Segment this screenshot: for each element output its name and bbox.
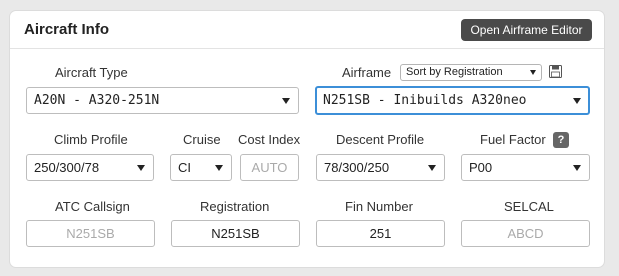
- descent-profile-select[interactable]: 78/300/250: [316, 154, 445, 181]
- fin-number-input[interactable]: 251: [316, 220, 445, 247]
- climb-profile-select[interactable]: 250/300/78: [26, 154, 154, 181]
- selcal-label: SELCAL: [504, 199, 554, 214]
- fin-number-value: 251: [369, 226, 392, 241]
- fuel-factor-label: Fuel Factor: [480, 132, 546, 147]
- airframe-select[interactable]: N251SB - Inibuilds A320neo: [315, 86, 590, 115]
- atc-callsign-input[interactable]: N251SB: [26, 220, 155, 247]
- fin-number-label: Fin Number: [345, 199, 413, 214]
- aircraft-info-panel: Aircraft Info Open Airframe Editor Aircr…: [10, 11, 604, 267]
- descent-profile-value: 78/300/250: [324, 160, 390, 175]
- selcal-placeholder: ABCD: [507, 226, 544, 241]
- registration-input[interactable]: N251SB: [171, 220, 300, 247]
- fuel-factor-select[interactable]: P00: [461, 154, 590, 181]
- cost-index-placeholder: AUTO: [251, 160, 288, 175]
- selcal-input[interactable]: ABCD: [461, 220, 590, 247]
- cost-index-input[interactable]: AUTO: [240, 154, 299, 181]
- cruise-select[interactable]: CI: [170, 154, 232, 181]
- chevron-down-icon: [428, 165, 436, 171]
- airframe-label: Airframe: [342, 65, 392, 80]
- chevron-down-icon: [215, 165, 223, 171]
- descent-profile-label: Descent Profile: [336, 132, 425, 147]
- chevron-down-icon: [573, 165, 581, 171]
- chevron-down-icon: [282, 98, 290, 104]
- chevron-down-icon: [137, 165, 145, 171]
- registration-value: N251SB: [211, 226, 260, 241]
- climb-profile-label: Climb Profile: [54, 132, 128, 147]
- aircraft-type-select[interactable]: A20N - A320-251N: [26, 87, 299, 114]
- registration-label: Registration: [200, 199, 270, 214]
- open-airframe-editor-button[interactable]: Open Airframe Editor: [461, 19, 592, 41]
- chevron-down-icon: [573, 98, 581, 104]
- fuel-factor-value: P00: [469, 160, 493, 175]
- climb-profile-value: 250/300/78: [34, 160, 100, 175]
- airframe-value: N251SB - Inibuilds A320neo: [323, 93, 527, 108]
- panel-title: Aircraft Info: [24, 21, 110, 38]
- cost-index-label: Cost Index: [238, 132, 301, 147]
- aircraft-type-value: A20N - A320-251N: [34, 93, 160, 108]
- airframe-sort-select[interactable]: Sort by Registration: [400, 64, 542, 81]
- help-icon[interactable]: ?: [553, 132, 569, 148]
- chevron-down-icon: [530, 70, 536, 75]
- aircraft-type-label: Aircraft Type: [55, 65, 128, 80]
- panel-header: Aircraft Info Open Airframe Editor: [10, 11, 604, 49]
- save-icon[interactable]: [549, 65, 562, 78]
- atc-callsign-placeholder: N251SB: [66, 226, 115, 241]
- atc-callsign-label: ATC Callsign: [55, 199, 130, 214]
- cruise-label: Cruise: [183, 132, 221, 147]
- cruise-value: CI: [178, 160, 191, 175]
- airframe-sort-value: Sort by Registration: [406, 66, 503, 78]
